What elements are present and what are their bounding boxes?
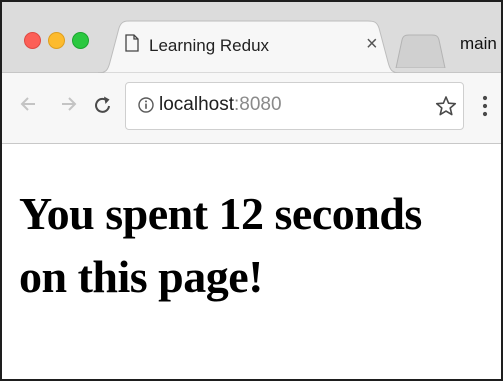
document-icon	[125, 34, 139, 52]
profile-label[interactable]: main	[460, 34, 497, 54]
window-minimize-button[interactable]	[48, 32, 65, 49]
tab-title: Learning Redux	[149, 36, 270, 55]
info-icon[interactable]	[138, 97, 154, 113]
url-port: :8080	[234, 94, 282, 115]
tab-strip: Learning Redux × main	[2, 2, 501, 73]
page-message: You spent 12 seconds on this page!	[19, 188, 422, 302]
page-content: You spent 12 seconds on this page!	[2, 144, 501, 379]
url-host: localhost	[159, 94, 234, 115]
tab-close-icon[interactable]: ×	[366, 33, 378, 56]
window-close-button[interactable]	[24, 32, 41, 49]
browser-toolbar: localhost:8080	[2, 73, 501, 144]
tab-learning-redux[interactable]: Learning Redux ×	[98, 20, 400, 73]
kebab-menu-icon[interactable]	[481, 95, 489, 117]
forward-arrow-icon[interactable]	[60, 95, 78, 113]
address-bar[interactable]: localhost:8080	[125, 82, 464, 130]
back-arrow-icon[interactable]	[19, 95, 37, 113]
url-text: localhost:8080	[159, 94, 282, 116]
reload-icon[interactable]	[94, 95, 112, 115]
new-tab-button[interactable]	[394, 34, 446, 68]
browser-window: Learning Redux × main localhost:8080 You…	[0, 0, 503, 381]
bookmark-star-icon[interactable]	[435, 95, 457, 117]
window-maximize-button[interactable]	[72, 32, 89, 49]
